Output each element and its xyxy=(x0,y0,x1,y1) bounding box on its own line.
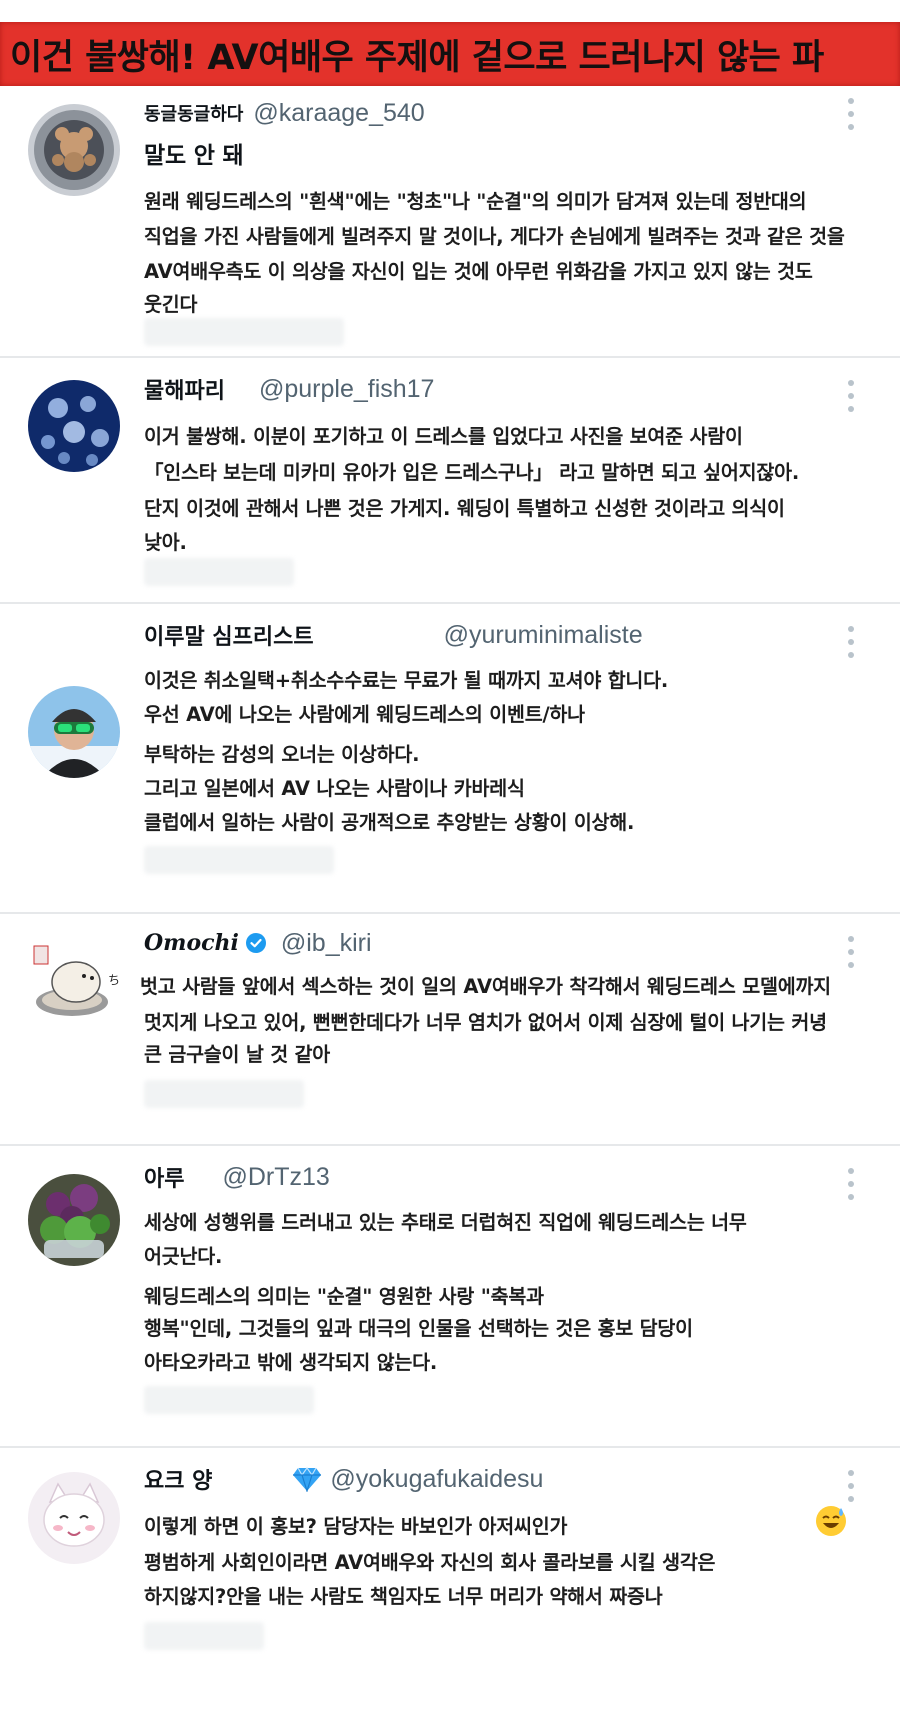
tweet-text-line: 웨딩드레스의 의미는 "순결" 영원한 사랑 "축복과 xyxy=(144,1285,544,1308)
display-name[interactable]: 아루 xyxy=(144,1161,184,1193)
more-options-icon[interactable] xyxy=(846,1470,856,1502)
tweet-text-line: 원래 웨딩드레스의 "흰색"에는 "청초"나 "순결"의 의미가 담겨져 있는데… xyxy=(144,190,807,213)
title-banner: 이건 불쌍해! AV여배우 주제에 겉으로 드러나지 않는 파 xyxy=(0,22,900,86)
tweet-text-line: 부탁하는 감성의 오너는 이상하다. xyxy=(144,743,420,766)
more-options-icon[interactable] xyxy=(846,626,856,658)
blurred-content xyxy=(144,1386,314,1414)
tweet-card[interactable]: 물해파리 @purple_fish17 이거 불쌍해. 이분이 포기하고 이 드… xyxy=(0,358,900,604)
user-handle[interactable]: @ib_kiri xyxy=(281,929,372,958)
tweet-text-line: 이것은 취소일택+취소수수료는 무료가 될 때까지 꼬셔야 합니다. xyxy=(144,669,669,692)
skier-goggles-avatar[interactable] xyxy=(28,686,120,778)
more-options-icon[interactable] xyxy=(846,98,856,130)
tweet-card[interactable]: 동글동글하다 @karaage_540 말도 안 돼 원래 웨딩드레스의 "흰색… xyxy=(0,86,900,358)
jellyfish-avatar[interactable] xyxy=(28,380,120,472)
tweet-card[interactable]: 이루말 심프리스트 @yuruminimaliste 이것은 취소일택+취소수수… xyxy=(0,604,900,914)
user-handle[interactable]: @yuruminimaliste xyxy=(444,621,643,650)
tweet-text-line: 행복"인데, 그것들의 잎과 대극의 인물을 선택하는 것은 홍보 담당이 xyxy=(144,1317,693,1340)
tweet-text-line: 그리고 일본에서 AV 나오는 사람이나 카바레식 xyxy=(144,777,525,800)
mochi-bear-avatar[interactable]: ち xyxy=(28,936,120,1028)
tweet-header: 이루말 심프리스트 @yuruminimaliste xyxy=(144,618,643,652)
tweet-text-line: 말도 안 돼 xyxy=(144,143,244,169)
user-handle[interactable]: @yokugafukaidesu xyxy=(330,1465,543,1494)
tweet-header: Omochi @ib_kiri xyxy=(144,926,372,960)
tweet-text-line: 웃긴다 xyxy=(144,293,198,316)
blurred-content xyxy=(144,318,344,346)
svg-text:ち: ち xyxy=(108,973,120,987)
blue-gem-icon xyxy=(293,1466,322,1492)
tweet-card[interactable]: ち Omochi @ib_kiri 벗고 사람들 앞에서 섹스하는 것이 일의 … xyxy=(0,914,900,1146)
tweet-header: 요크 양 @yokugafukaidesu xyxy=(144,1462,543,1496)
tweet-card[interactable]: 요크 양 @yokugafukaidesu 이렇게 하면 이 홍보? 담당자는 … xyxy=(0,1448,900,1724)
display-name[interactable]: 물해파리 xyxy=(144,373,225,405)
blurred-content xyxy=(144,846,334,874)
banner-title: 이건 불쌍해! AV여배우 주제에 겉으로 드러나지 않는 파 xyxy=(10,37,824,78)
tweet-header: 물해파리 @purple_fish17 xyxy=(144,372,434,406)
tweet-text-line: 멋지게 나오고 있어, 뻔뻔한데다가 너무 염치가 없어서 이제 심장에 털이 … xyxy=(144,1011,827,1034)
tweet-text-line: 직업을 가진 사람들에게 빌려주지 말 것이나, 게다가 손님에게 빌려주는 것… xyxy=(144,225,845,248)
tweet-text-line: 이거 불쌍해. 이분이 포기하고 이 드레스를 입었다고 사진을 보여준 사람이 xyxy=(144,425,743,448)
tweet-text-line: 클럽에서 일하는 사람이 공개적으로 추앙받는 상황이 이상해. xyxy=(144,811,635,834)
display-name[interactable]: Omochi xyxy=(144,930,239,956)
more-options-icon[interactable] xyxy=(846,380,856,412)
verified-badge-icon xyxy=(245,933,266,953)
tweet-text-line: 어긋난다. xyxy=(144,1245,223,1268)
flower-bowl-avatar[interactable] xyxy=(28,1174,120,1266)
tweet-header: 동글동글하다 @karaage_540 xyxy=(144,96,425,130)
user-handle[interactable]: @karaage_540 xyxy=(253,99,424,128)
tweet-text-line: 큰 금구슬이 날 것 같아 xyxy=(144,1043,331,1066)
blurred-content xyxy=(144,1080,304,1108)
tweet-text-line: 평범하게 사회인이라면 AV여배우와 자신의 회사 콜라보를 시킬 생각은 xyxy=(144,1551,716,1574)
tweet-text-line: 우선 AV에 나오는 사람에게 웨딩드레스의 이벤트/하나 xyxy=(144,703,585,726)
user-handle[interactable]: @purple_fish17 xyxy=(259,375,435,404)
tweet-text-line: 「인스타 보는데 미카미 유아가 입은 드레스구나」 라고 말하면 되고 싶어지… xyxy=(144,461,800,484)
tweet-header: 아루 @DrTz13 xyxy=(144,1160,330,1194)
tweet-text-line: 단지 이것에 관해서 나쁜 것은 가게지. 웨딩이 특별하고 신성한 것이라고 … xyxy=(144,497,785,520)
display-name[interactable]: 이루말 심프리스트 xyxy=(144,619,314,651)
more-options-icon[interactable] xyxy=(846,936,856,968)
tweet-card[interactable]: 아루 @DrTz13 세상에 성행위를 드러내고 있는 추태로 더럽혀진 직업에… xyxy=(0,1146,900,1448)
tweet-text-line: 이렇게 하면 이 홍보? 담당자는 바보인가 아저씨인가 xyxy=(144,1515,568,1538)
tweet-text-line: 벗고 사람들 앞에서 섹스하는 것이 일의 AV여배우가 착각해서 웨딩드레스 … xyxy=(140,975,831,998)
display-name[interactable]: 동글동글하다 xyxy=(144,100,243,126)
tweet-text-line: 세상에 성행위를 드러내고 있는 추태로 더럽혀진 직업에 웨딩드레스는 너무 xyxy=(144,1211,747,1234)
more-options-icon[interactable] xyxy=(846,1168,856,1200)
tweet-text-line: AV여배우측도 이 의상을 자신이 입는 것에 아무런 위화감을 가지고 있지 … xyxy=(144,260,813,283)
display-name[interactable]: 요크 양 xyxy=(144,1463,212,1495)
bear-plush-avatar[interactable] xyxy=(28,104,120,196)
sweat-smile-emoji xyxy=(816,1506,846,1536)
tweet-text-line: 아타오카라고 밖에 생각되지 않는다. xyxy=(144,1351,438,1374)
user-handle[interactable]: @DrTz13 xyxy=(222,1163,329,1192)
white-cat-avatar[interactable] xyxy=(28,1472,120,1564)
blurred-content xyxy=(144,558,294,586)
blurred-content xyxy=(144,1622,264,1650)
tweet-text-line: 낮아. xyxy=(144,531,187,554)
tweet-text-line: 하지않지?안을 내는 사람도 책임자도 너무 머리가 약해서 짜증나 xyxy=(144,1585,663,1608)
